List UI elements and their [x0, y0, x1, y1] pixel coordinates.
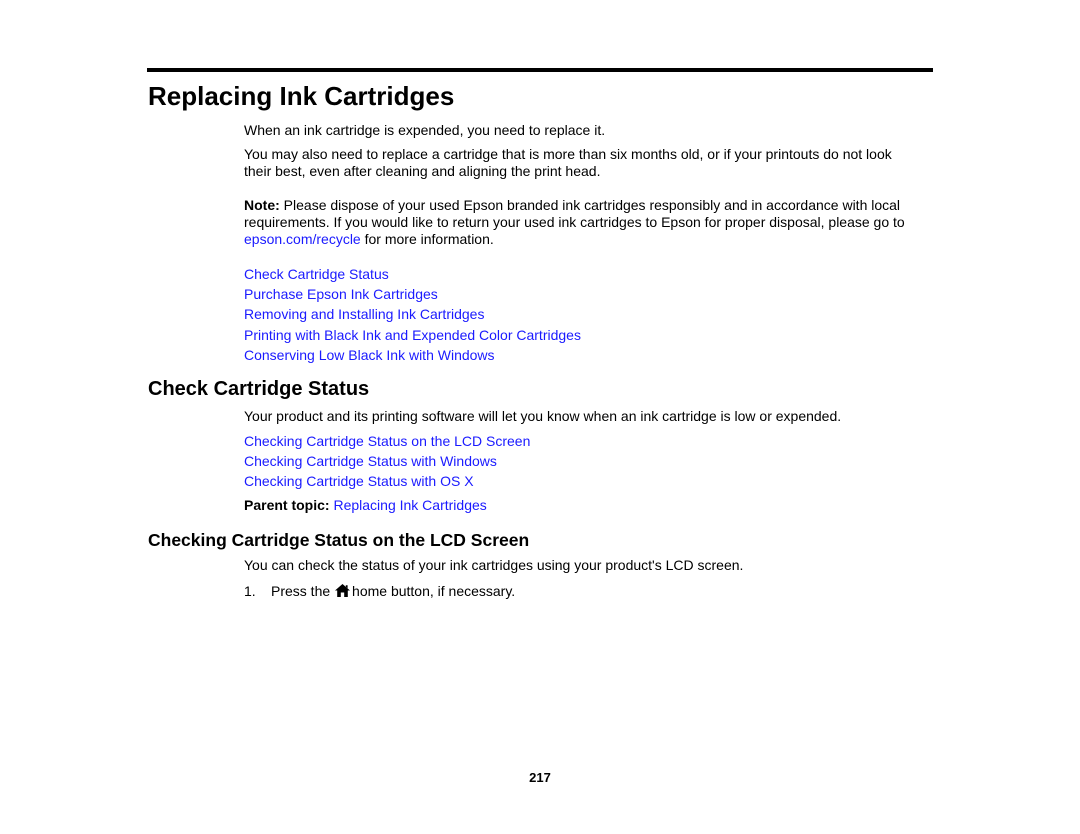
topic-link-item: Removing and Installing Ink Cartridges	[244, 304, 581, 324]
step-number: 1.	[244, 583, 256, 599]
step-text-after: home button, if necessary.	[352, 583, 516, 599]
step-text-before: Press the	[271, 583, 331, 599]
note-text-after: for more information.	[360, 231, 494, 247]
home-icon	[335, 584, 351, 597]
topic-link-item: Printing with Black Ink and Expended Col…	[244, 325, 581, 345]
section-divider-rule	[147, 68, 933, 72]
check-cartridge-status-heading: Check Cartridge Status	[148, 378, 370, 400]
intro-paragraph-2: You may also need to replace a cartridge…	[244, 146, 892, 179]
link-conserving-low-black-ink[interactable]: Conserving Low Black Ink with Windows	[244, 347, 495, 363]
parent-topic-line: Parent topic: Replacing Ink Cartridges	[244, 497, 487, 514]
note-paragraph: Note: Please dispose of your used Epson …	[244, 197, 914, 248]
link-checking-status-lcd[interactable]: Checking Cartridge Status on the LCD Scr…	[244, 433, 530, 449]
parent-topic-label: Parent topic:	[244, 497, 330, 513]
topic-link-item: Check Cartridge Status	[244, 264, 581, 284]
note-text-before: Please dispose of your used Epson brande…	[244, 197, 905, 230]
note-label: Note:	[244, 197, 280, 213]
link-printing-with-black-ink[interactable]: Printing with Black Ink and Expended Col…	[244, 327, 581, 343]
parent-topic-link[interactable]: Replacing Ink Cartridges	[333, 497, 486, 513]
intro-paragraph-1: When an ink cartridge is expended, you n…	[244, 122, 606, 138]
subtopic-link-item: Checking Cartridge Status on the LCD Scr…	[244, 431, 530, 451]
link-removing-and-installing-ink-cartridges[interactable]: Removing and Installing Ink Cartridges	[244, 306, 484, 322]
link-purchase-epson-ink-cartridges[interactable]: Purchase Epson Ink Cartridges	[244, 286, 438, 302]
link-check-cartridge-status[interactable]: Check Cartridge Status	[244, 266, 389, 282]
epson-recycle-link[interactable]: epson.com/recycle	[244, 231, 361, 247]
page-number: 217	[529, 770, 551, 785]
lcd-section-heading: Checking Cartridge Status on the LCD Scr…	[148, 530, 530, 550]
topic-link-item: Conserving Low Black Ink with Windows	[244, 345, 581, 365]
topic-link-item: Purchase Epson Ink Cartridges	[244, 284, 581, 304]
link-checking-status-windows[interactable]: Checking Cartridge Status with Windows	[244, 453, 497, 469]
link-checking-status-osx[interactable]: Checking Cartridge Status with OS X	[244, 473, 474, 489]
subtopic-link-item: Checking Cartridge Status with OS X	[244, 471, 530, 491]
check-status-link-list: Checking Cartridge Status on the LCD Scr…	[244, 431, 530, 492]
step-1: 1. Press the home button, if necessary.	[244, 583, 515, 600]
subtopic-link-item: Checking Cartridge Status with Windows	[244, 451, 530, 471]
check-status-body: Your product and its printing software w…	[244, 408, 842, 424]
topic-link-list: Check Cartridge Status Purchase Epson In…	[244, 264, 581, 365]
lcd-section-body: You can check the status of your ink car…	[244, 557, 744, 573]
page-title: Replacing Ink Cartridges	[148, 81, 455, 111]
